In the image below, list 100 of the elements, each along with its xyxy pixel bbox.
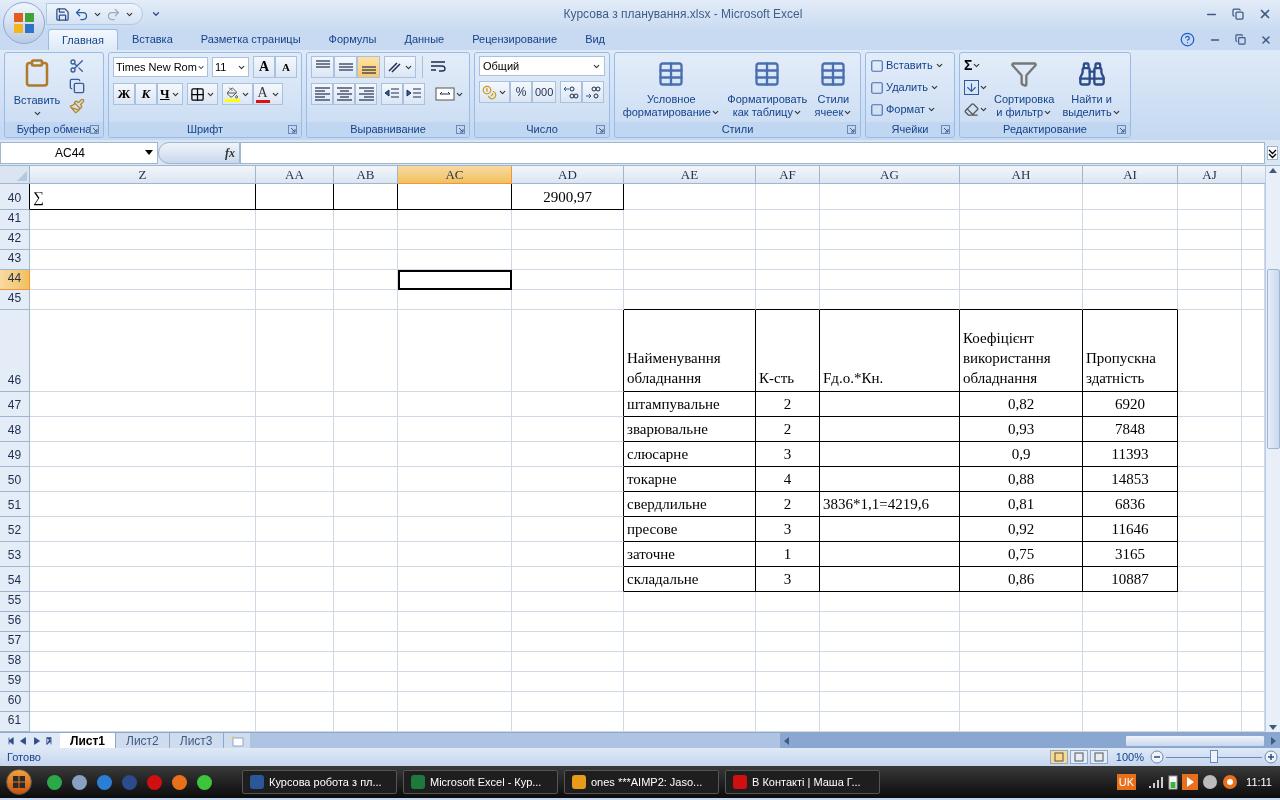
play-icon[interactable] (1182, 774, 1199, 790)
styles-button[interactable]: Форматировать как таблицу (725, 60, 810, 119)
scroll-right-icon[interactable] (1271, 736, 1276, 745)
column-header[interactable]: AG (820, 166, 960, 184)
formula-input[interactable] (240, 141, 1265, 164)
increase-decimal-button[interactable] (560, 81, 583, 103)
font-name-field[interactable]: Times New Rom (113, 57, 208, 77)
column-header[interactable]: AJ (1178, 166, 1242, 184)
grow-font-button[interactable]: A (253, 56, 275, 78)
scroll-thumb[interactable] (1266, 269, 1280, 449)
row-header[interactable]: 43 (0, 250, 30, 270)
scroll-up-icon[interactable] (1269, 168, 1277, 173)
borders-button[interactable] (186, 83, 218, 105)
row-header[interactable]: 49 (0, 442, 30, 467)
battery-icon[interactable] (1168, 774, 1179, 790)
ribbon-tab[interactable]: Главная (48, 29, 118, 50)
zoom-out-icon[interactable] (1150, 750, 1164, 764)
cells-button[interactable]: Вставить (870, 56, 950, 75)
styles-button[interactable]: Условное форматирование (620, 60, 722, 119)
column-header[interactable]: AB (334, 166, 398, 184)
ribbon-tab[interactable]: Рецензирование (458, 29, 572, 50)
column-header[interactable]: AD (512, 166, 624, 184)
ribbon-tab[interactable]: Формулы (314, 29, 391, 50)
insert-function-button[interactable]: fx (225, 143, 235, 162)
row-header[interactable]: 52 (0, 517, 30, 542)
column-header[interactable]: AA (256, 166, 334, 184)
paintbrush-icon[interactable] (69, 98, 85, 114)
increase-indent-button[interactable] (403, 83, 425, 105)
vertical-align-button[interactable] (357, 56, 380, 78)
row-header[interactable]: 61 (0, 712, 30, 732)
styles-button[interactable]: Стили ячеек (812, 60, 855, 119)
horizontal-align-button[interactable] (333, 83, 355, 105)
vertical-align-button[interactable] (334, 56, 357, 78)
row-header[interactable]: 51 (0, 492, 30, 517)
sheet-tab[interactable]: Лист2 (116, 733, 170, 748)
sheet-tab[interactable]: Лист3 (169, 733, 224, 748)
decrease-indent-button[interactable] (381, 83, 403, 105)
taskbar-button[interactable]: В Контакті | Маша Г... (725, 770, 880, 794)
cells-button[interactable]: Удалить (870, 78, 950, 97)
column-header[interactable]: AH (960, 166, 1083, 184)
dialog-launcher-icon[interactable] (596, 125, 605, 134)
app-launcher-icon[interactable] (46, 773, 63, 791)
app-launcher-icon[interactable] (171, 773, 188, 791)
merge-cells-icon[interactable] (435, 86, 455, 102)
vertical-align-button[interactable] (311, 56, 334, 78)
row-header[interactable]: 57 (0, 632, 30, 652)
help-icon[interactable] (1180, 32, 1195, 47)
app-launcher-icon[interactable] (196, 773, 213, 791)
italic-button[interactable]: К (135, 83, 157, 105)
app-launcher-icon[interactable] (71, 773, 88, 791)
row-header[interactable]: 60 (0, 692, 30, 712)
column-header[interactable]: AF (756, 166, 820, 184)
ribbon-tab[interactable]: Вставка (117, 29, 187, 50)
shrink-font-button[interactable]: A (275, 56, 297, 78)
editing-button[interactable]: Сортировка и фильтр (992, 56, 1057, 119)
taskbar-button[interactable]: Курсова робота з пл... (242, 770, 397, 794)
dialog-launcher-icon[interactable] (847, 125, 856, 134)
row-header[interactable]: 58 (0, 652, 30, 672)
save-icon[interactable] (55, 6, 70, 22)
decrease-decimal-button[interactable] (582, 81, 605, 103)
row-header[interactable]: 44 (0, 270, 30, 290)
app-launcher-icon[interactable] (96, 773, 113, 791)
row-header[interactable]: 53 (0, 542, 30, 567)
horizontal-align-button[interactable] (355, 83, 377, 105)
ribbon-tab[interactable]: Данные (390, 29, 459, 50)
customize-icon[interactable] (151, 9, 161, 19)
copy-icon[interactable] (69, 78, 85, 94)
horizontal-align-button[interactable] (311, 83, 333, 105)
underline-button[interactable]: Ч (157, 83, 183, 105)
fill-down-icon[interactable] (964, 80, 979, 95)
font-color-button[interactable]: A (252, 83, 283, 105)
zoom-slider-thumb[interactable] (1210, 750, 1218, 763)
scroll-left-icon[interactable] (783, 736, 789, 745)
start-button[interactable] (6, 769, 32, 795)
row-header[interactable]: 40 (0, 184, 30, 210)
ribbon-tab[interactable]: Разметка страницы (186, 29, 315, 50)
restore-icon[interactable] (1232, 8, 1244, 20)
row-header[interactable]: 45 (0, 290, 30, 310)
office-button[interactable] (3, 2, 45, 44)
zoom-level[interactable]: 100% (1115, 748, 1144, 766)
column-header[interactable]: Z (30, 166, 256, 184)
row-header[interactable]: 59 (0, 672, 30, 692)
undo-icon[interactable] (74, 6, 89, 22)
column-header[interactable]: AE (624, 166, 756, 184)
name-box[interactable]: AC44 (0, 141, 158, 164)
horizontal-scrollbar[interactable] (779, 733, 1280, 748)
ribbon-tab[interactable]: Вид (571, 29, 620, 50)
row-header[interactable]: 55 (0, 592, 30, 612)
fill-color-button[interactable] (221, 83, 253, 105)
column-header[interactable]: AC (398, 166, 512, 184)
row-header[interactable]: 56 (0, 612, 30, 632)
dialog-launcher-icon[interactable] (941, 125, 950, 134)
vertical-scrollbar[interactable] (1265, 166, 1280, 732)
close-icon[interactable] (1258, 7, 1272, 21)
app-launcher-icon[interactable] (146, 773, 163, 791)
column-header[interactable]: AI (1083, 166, 1178, 184)
taskbar-button[interactable]: ones ***AIMP2: Jaso... (564, 770, 719, 794)
paste-button[interactable]: Вставить (9, 56, 65, 118)
signal-icon[interactable] (1148, 775, 1165, 789)
cells-button[interactable]: Формат (870, 100, 950, 119)
